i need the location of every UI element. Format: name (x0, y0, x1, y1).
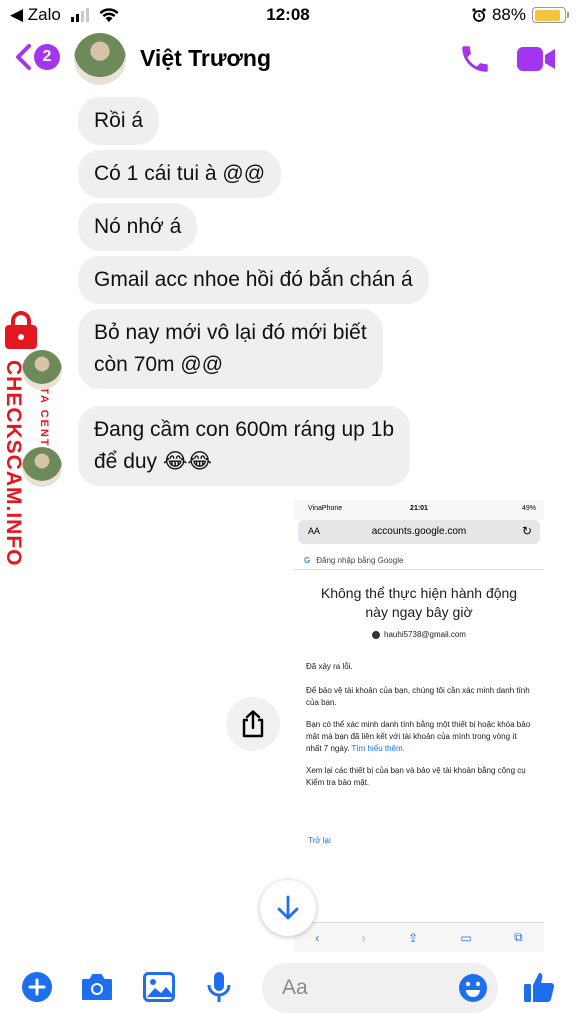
attachment-paragraph: Để bảo vệ tài khoản của bạn, chúng tôi c… (306, 686, 530, 707)
camera-button[interactable] (80, 970, 114, 1004)
google-signin-bar: G Đăng nhập bằng Google (294, 548, 544, 570)
smiley-icon (459, 974, 487, 1002)
share-icon (242, 710, 264, 738)
lock-icon (5, 311, 37, 349)
message-bubble[interactable]: Nó nhớ á (78, 203, 198, 251)
message-input-container[interactable] (262, 963, 498, 1013)
message-text: để duy 😂😂 (94, 450, 212, 473)
watermark-text: CHECKSCAM.INFO (2, 360, 25, 567)
attachment-status-bar: VinaPhone 21:01 49% (294, 500, 544, 520)
attachment-battery: 49% (521, 505, 536, 512)
unread-badge: 2 (34, 44, 60, 70)
contact-name[interactable]: Việt Trương (140, 45, 271, 72)
google-logo-icon: G (304, 556, 311, 565)
learn-more-link: Tìm hiểu thêm. (351, 744, 405, 753)
status-right: 88% (472, 5, 569, 25)
scroll-to-bottom-button[interactable] (260, 880, 316, 936)
message-input[interactable] (262, 963, 442, 1013)
back-arrow-icon: ‹ (315, 930, 320, 945)
attachment-browser-toolbar: ‹ › ⇪ ▭ ⧉ (294, 922, 544, 952)
microphone-icon (207, 972, 231, 1002)
message-text: còn 70m @@ (94, 353, 224, 376)
message-text: Gmail acc nhoe hồi đó bắn chán á (94, 268, 413, 291)
message-bubble[interactable]: Đang cầm con 600m ráng up 1b để duy 😂😂 (78, 406, 411, 486)
attachment-paragraph: Xem lại các thiết bị của bạn và bảo vệ t… (306, 766, 526, 787)
image-attachment[interactable]: VinaPhone 21:01 49% AA accounts.google.c… (294, 500, 544, 952)
reload-icon: ↻ (521, 524, 532, 538)
video-call-button[interactable] (516, 45, 556, 78)
message-text: Bỏ nay mới vô lại đó mới biết (94, 321, 367, 344)
message-text: Nó nhớ á (94, 215, 182, 238)
bookmarks-icon: ▭ (460, 930, 472, 945)
share-icon: ⇪ (407, 930, 419, 945)
message-text: Có 1 cái tui à @@ (94, 162, 266, 185)
chevron-left-icon (16, 44, 31, 70)
emoji-button[interactable] (458, 973, 488, 1008)
message-bubble[interactable]: Rồi á (78, 97, 160, 145)
account-email: hauhi5738@gmail.com (384, 630, 466, 639)
contact-avatar[interactable] (74, 33, 126, 85)
attachment-url: accounts.google.com (371, 526, 467, 537)
plus-circle-icon (22, 972, 52, 1002)
thumbs-up-icon (524, 973, 555, 1002)
sender-avatar[interactable] (22, 447, 62, 487)
attachment-url-bar: AA accounts.google.com ↻ (298, 520, 540, 544)
battery-icon (532, 7, 569, 23)
message-bubble[interactable]: Gmail acc nhoe hồi đó bắn chán á (78, 256, 429, 304)
account-avatar-icon (372, 630, 381, 639)
chat-header: 2 Việt Trương (0, 30, 576, 88)
back-button[interactable]: 2 (14, 42, 60, 72)
like-button[interactable] (522, 970, 556, 1004)
photo-icon (143, 972, 175, 1002)
camera-icon (82, 974, 112, 1000)
gallery-button[interactable] (142, 970, 176, 1004)
attachment-account: hauhi5738@gmail.com (294, 630, 544, 639)
google-signin-text: Đăng nhập bằng Google (316, 556, 404, 565)
arrow-down-icon (277, 895, 299, 920)
message-text: Rồi á (94, 109, 144, 132)
message-text: Đang cầm con 600m ráng up 1b (94, 418, 395, 441)
attachment-time: 21:01 (410, 505, 428, 512)
share-button[interactable] (226, 697, 280, 751)
video-camera-icon (517, 47, 555, 71)
attachment-title: Không thể thực hiện hành động này ngay b… (320, 585, 518, 620)
status-bar: ◀ Zalo 12:08 88% (0, 0, 576, 30)
alarm-icon (472, 8, 486, 22)
voice-message-button[interactable] (202, 970, 236, 1004)
phone-icon (462, 46, 488, 72)
sender-avatar[interactable] (22, 350, 62, 390)
message-bubble[interactable]: Bỏ nay mới vô lại đó mới biết còn 70m @@ (78, 309, 383, 389)
battery-percent: 88% (491, 5, 526, 24)
attachment-paragraph: Đã xảy ra lỗi. (306, 662, 353, 671)
attachment-paragraph: Bạn có thể xác minh danh tính bằng một t… (306, 719, 532, 755)
message-bubble[interactable]: Có 1 cái tui à @@ (78, 150, 282, 198)
tabs-icon: ⧉ (514, 930, 523, 944)
message-composer (0, 952, 576, 1024)
forward-arrow-icon: › (361, 930, 366, 945)
attachment-paragraph-text: Bạn có thể xác minh danh tính bằng một t… (306, 720, 531, 753)
voice-call-button[interactable] (458, 42, 492, 81)
attachment-back-link: Trở lại (308, 836, 331, 845)
add-button[interactable] (20, 970, 54, 1004)
